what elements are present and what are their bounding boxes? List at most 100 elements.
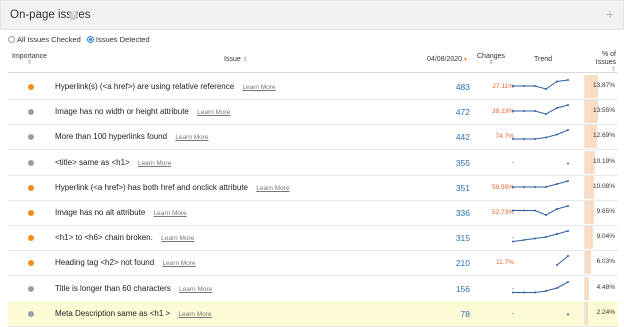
trend-point bbox=[545, 289, 547, 292]
issue-text[interactable]: Heading tag <h2> not found bbox=[55, 258, 154, 267]
issue-count[interactable]: 355 bbox=[456, 158, 470, 168]
importance-dot bbox=[28, 260, 34, 267]
help-icon[interactable]: ? bbox=[69, 11, 78, 20]
trend-point bbox=[523, 209, 525, 212]
column-importance-label: Importance bbox=[12, 53, 48, 60]
trend-point bbox=[545, 88, 547, 90]
column-changes-label: Changes bbox=[477, 53, 506, 60]
trend-point bbox=[545, 113, 547, 116]
issue-text[interactable]: Meta Description same as <h1 > bbox=[55, 309, 170, 318]
learn-more-link[interactable]: Learn More bbox=[242, 84, 275, 91]
filter-issues-detected[interactable]: Issues Detected bbox=[86, 35, 150, 44]
learn-more-link[interactable]: Learn More bbox=[197, 109, 230, 116]
importance-dot bbox=[28, 310, 34, 317]
issue-cell: Image has no width or height attribute L… bbox=[55, 107, 230, 116]
table-row[interactable]: <h1> to <h6> chain broken. Learn More 31… bbox=[8, 225, 618, 252]
issue-text[interactable]: Image has no width or height attribute bbox=[55, 107, 189, 116]
learn-more-link[interactable]: Learn More bbox=[175, 134, 208, 141]
learn-more-link[interactable]: Learn More bbox=[162, 260, 195, 267]
issue-text[interactable]: <h1> to <h6> chain broken. bbox=[55, 233, 153, 242]
issue-count[interactable]: 156 bbox=[456, 284, 470, 294]
trend-point bbox=[523, 85, 525, 87]
issue-count[interactable]: 315 bbox=[456, 233, 470, 243]
table-row[interactable]: <title> same as <h1> Learn More 355 - 10… bbox=[8, 150, 618, 176]
issue-text[interactable]: More than 100 hyperlinks found bbox=[55, 132, 167, 141]
pct-issues-cell: 9.65% bbox=[584, 201, 619, 224]
column-date[interactable]: 04/08/2020 ▾ bbox=[427, 56, 467, 63]
filter-all-label: All Issues Checked bbox=[17, 35, 81, 44]
learn-more-link[interactable]: Learn More bbox=[179, 286, 212, 293]
radio-issues-detected[interactable] bbox=[86, 36, 94, 43]
table-header: Importance ⇕ Issue ⇕ 04/08/2020 ▾ Change… bbox=[8, 50, 618, 73]
issue-count[interactable]: 351 bbox=[456, 183, 470, 193]
panel-title: On-page issues bbox=[10, 9, 91, 21]
issue-text[interactable]: Hyperlink (<a href>) has both href and o… bbox=[55, 183, 248, 192]
table-row[interactable]: Title is longer than 60 characters Learn… bbox=[8, 276, 618, 302]
trend-point bbox=[512, 291, 514, 294]
pct-issues-cell: 10.08% bbox=[584, 175, 619, 199]
table-row[interactable]: Hyperlink (<a href>) has both href and o… bbox=[8, 175, 618, 201]
learn-more-link[interactable]: Learn More bbox=[154, 210, 187, 217]
trend-line bbox=[513, 205, 569, 216]
learn-more-link[interactable]: Learn More bbox=[178, 311, 211, 318]
issue-count[interactable]: 483 bbox=[456, 82, 470, 92]
pct-issues-cell: 10.19% bbox=[584, 150, 619, 174]
pct-issues-cell: 13.87% bbox=[584, 75, 619, 98]
pct-issues-cell: 13.55% bbox=[584, 100, 619, 124]
learn-more-link[interactable]: Learn More bbox=[256, 185, 289, 192]
issue-text[interactable]: <title> same as <h1> bbox=[55, 158, 130, 167]
radio-all-issues[interactable] bbox=[8, 36, 15, 43]
issue-text[interactable]: Hyperlink(s) (<a href>) are using relati… bbox=[55, 82, 234, 91]
pct-issues-value: 10.19% bbox=[592, 157, 615, 165]
learn-more-link[interactable]: Learn More bbox=[161, 235, 194, 242]
table-row[interactable]: Image has no width or height attribute L… bbox=[8, 99, 619, 126]
table-row[interactable]: Meta Description same as <h1 > Learn Mor… bbox=[8, 300, 618, 327]
table-row[interactable]: More than 100 hyperlinks found Learn Mor… bbox=[8, 124, 619, 151]
trend-point bbox=[512, 185, 514, 188]
issue-count[interactable]: 472 bbox=[456, 107, 470, 117]
trend-line bbox=[513, 180, 569, 188]
issue-text[interactable]: Title is longer than 60 characters bbox=[55, 284, 171, 293]
pct-issues-cell: 4.48% bbox=[584, 276, 619, 300]
issue-cell: Image has no alt attribute Learn More bbox=[55, 208, 187, 217]
plus-icon[interactable]: + bbox=[606, 6, 614, 22]
column-pct-issues[interactable]: % of Issues ⇕ bbox=[588, 51, 616, 73]
filter-all-issues[interactable]: All Issues Checked bbox=[8, 35, 81, 44]
table-row[interactable]: Hyperlink(s) (<a href>) are using relati… bbox=[8, 74, 618, 100]
issue-text[interactable]: Image has no alt attribute bbox=[55, 208, 145, 217]
column-pct-label-1: % of bbox=[601, 51, 616, 58]
trend-point bbox=[545, 214, 547, 216]
trend-point bbox=[512, 85, 514, 87]
learn-more-link[interactable]: Learn More bbox=[138, 160, 171, 167]
trend-line bbox=[513, 104, 569, 115]
issue-count[interactable]: 78 bbox=[461, 309, 470, 319]
trend-point bbox=[512, 138, 514, 141]
importance-dot bbox=[28, 159, 34, 166]
sort-desc-icon: ▾ bbox=[464, 57, 468, 63]
issue-count[interactable]: 336 bbox=[456, 208, 470, 218]
issue-count[interactable]: 442 bbox=[456, 132, 470, 142]
issue-cell: More than 100 hyperlinks found Learn Mor… bbox=[55, 132, 209, 141]
issue-cell: <title> same as <h1> Learn More bbox=[55, 158, 171, 167]
column-changes[interactable]: Changes ⇕ bbox=[477, 53, 505, 66]
pct-issues-cell: 6.03% bbox=[584, 251, 619, 275]
column-importance[interactable]: Importance ⇕ bbox=[12, 53, 47, 66]
importance-dot bbox=[28, 285, 34, 292]
issue-cell: Meta Description same as <h1 > Learn Mor… bbox=[55, 309, 212, 318]
importance-dot bbox=[28, 134, 34, 141]
issue-filter: All Issues Checked Issues Detected bbox=[8, 35, 154, 45]
table-row[interactable]: Heading tag <h2> not found Learn More 21… bbox=[8, 250, 619, 277]
pct-issues-value: 6.03% bbox=[596, 258, 615, 266]
column-date-label: 04/08/2020 bbox=[427, 56, 463, 63]
column-pct-label-2: Issues bbox=[595, 59, 616, 66]
table-row[interactable]: Image has no alt attribute Learn More 33… bbox=[8, 200, 618, 226]
pct-issues-value: 13.55% bbox=[592, 107, 615, 115]
trend-point bbox=[534, 237, 536, 240]
trend-point bbox=[512, 209, 514, 212]
issue-count[interactable]: 210 bbox=[456, 258, 470, 268]
pct-issues-cell: 12.69% bbox=[584, 125, 619, 149]
trend-point bbox=[523, 291, 525, 294]
trend-point bbox=[556, 264, 558, 267]
trend-point bbox=[545, 236, 547, 239]
column-issue[interactable]: Issue ⇕ bbox=[224, 56, 248, 63]
